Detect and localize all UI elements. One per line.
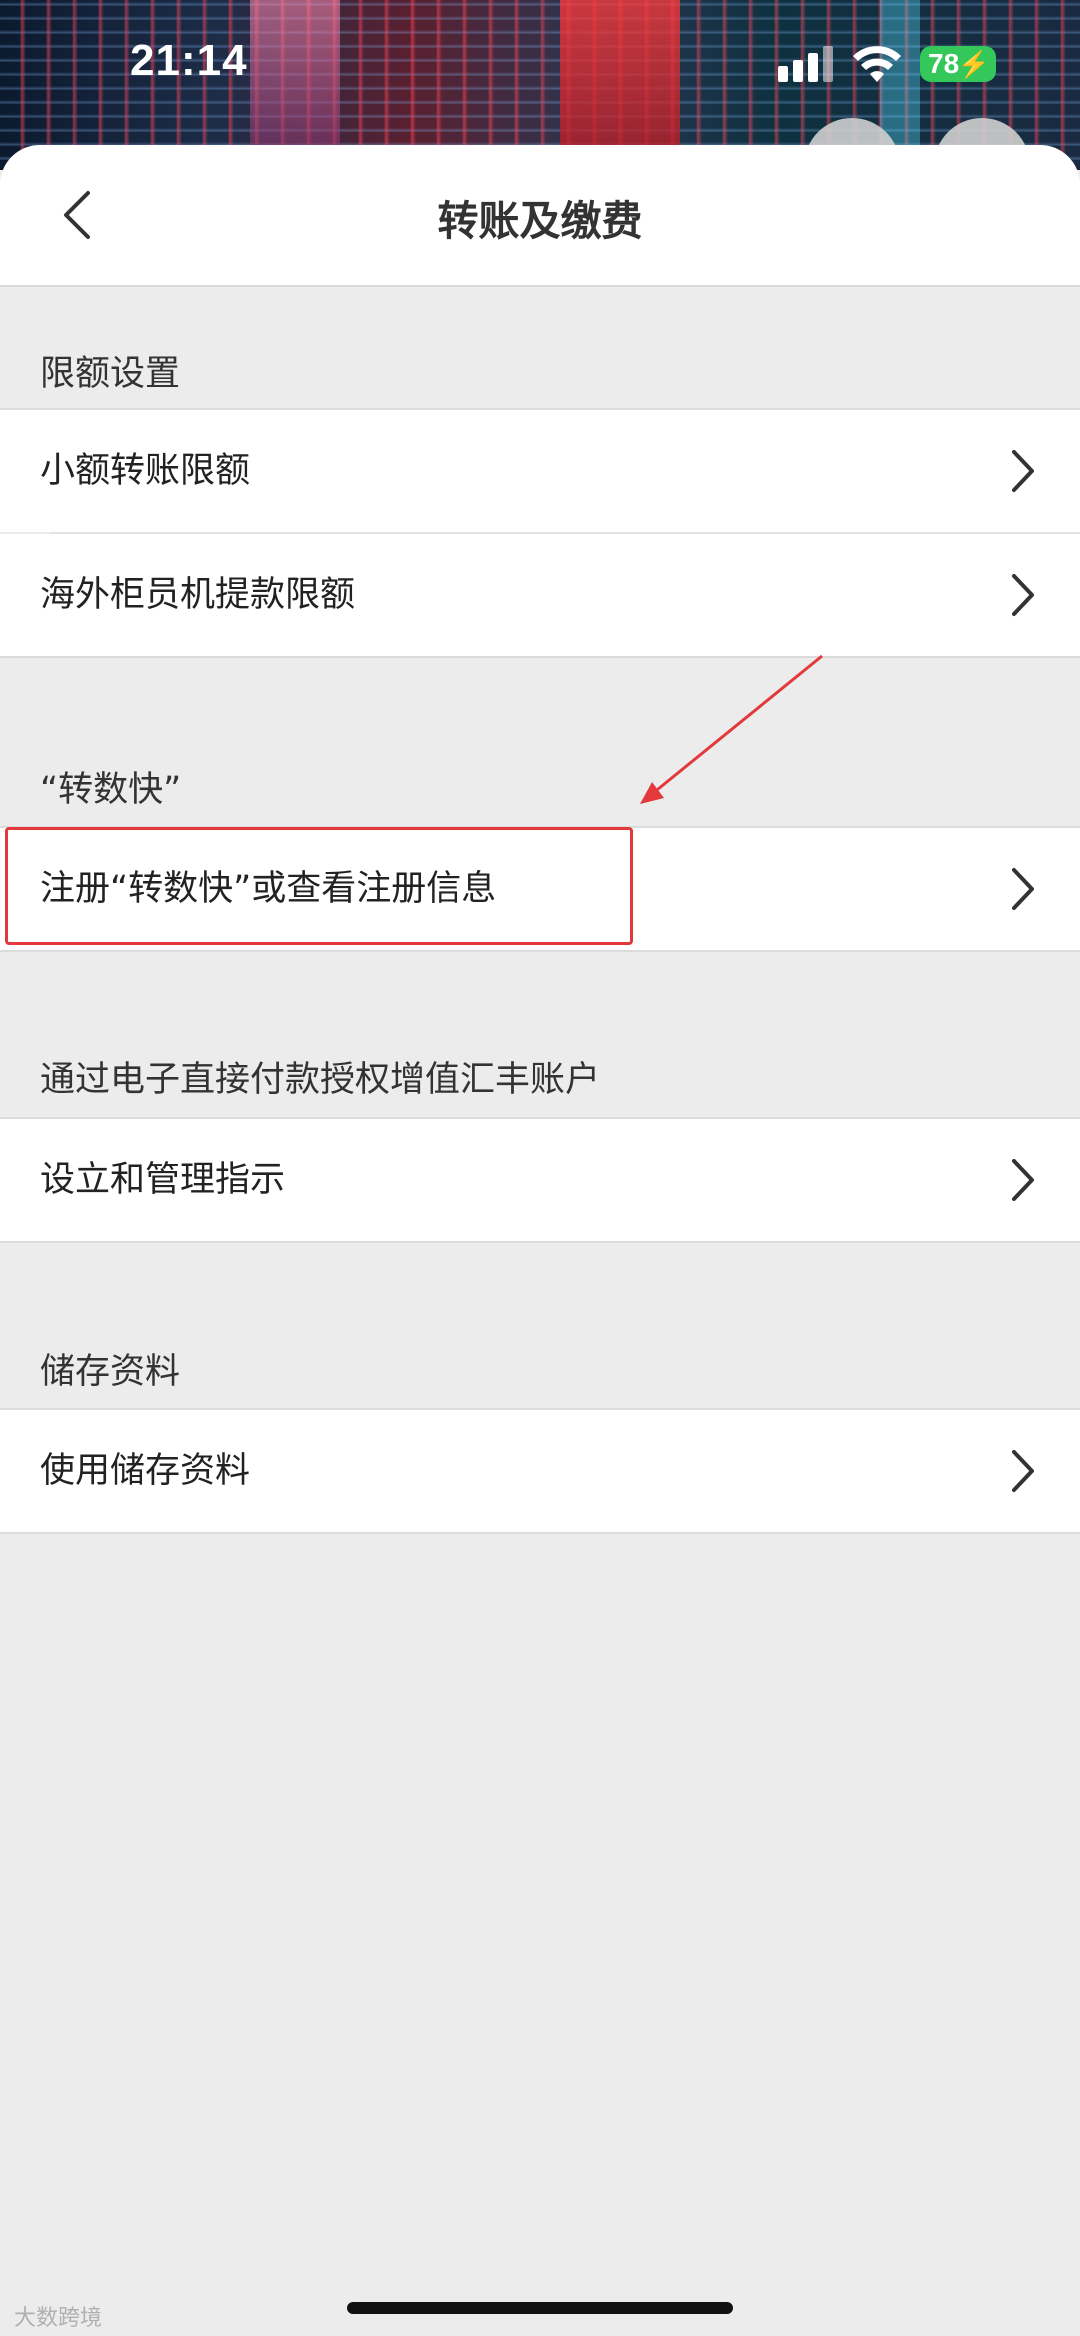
- chevron-right-icon: [1012, 450, 1034, 492]
- list-item-label: 设立和管理指示: [40, 1160, 286, 1200]
- section-label-fps: “转数快”: [40, 770, 182, 810]
- chevron-right-icon: [1012, 868, 1034, 910]
- page-title: 转账及缴费: [437, 197, 643, 245]
- status-bar: 21:14 78 ⚡: [0, 0, 1080, 130]
- home-indicator[interactable]: [347, 2302, 733, 2314]
- section-label-edda: 通过电子直接付款授权增值汇丰账户: [40, 1060, 601, 1100]
- nav-bar: 转账及缴费: [0, 145, 1080, 287]
- charging-bolt-icon: ⚡: [957, 49, 990, 79]
- chevron-right-icon: [1012, 1450, 1034, 1492]
- list-item-overseas-atm-limit[interactable]: 海外柜员机提款限额: [0, 534, 1080, 656]
- battery-indicator: 78 ⚡: [920, 46, 996, 82]
- watermark: 大数跨境: [14, 2306, 103, 2331]
- list-item-label: 海外柜员机提款限额: [40, 575, 356, 615]
- list-item-label: 使用储存资料: [40, 1451, 251, 1491]
- chevron-right-icon: [1012, 574, 1034, 616]
- main-sheet: 转账及缴费 限额设置 小额转账限额 海外柜员机提款限额 “转数快” 注册“转数快…: [0, 145, 1080, 2336]
- list-item-label: 小额转账限额: [40, 451, 251, 491]
- section-label-limits: 限额设置: [40, 354, 181, 394]
- battery-level: 78: [928, 48, 960, 79]
- wifi-icon: [853, 46, 901, 82]
- list-item-setup-manage-instructions[interactable]: 设立和管理指示: [0, 1119, 1080, 1241]
- section-label-saved-data: 储存资料: [40, 1352, 181, 1392]
- status-time: 21:14: [130, 36, 248, 85]
- list-item-small-transfer-limit[interactable]: 小额转账限额: [0, 410, 1080, 532]
- annotation-arrow-icon: [640, 654, 823, 804]
- chevron-right-icon: [1012, 1159, 1034, 1201]
- cellular-signal-icon: [778, 46, 833, 82]
- list-item-use-saved-data[interactable]: 使用储存资料: [0, 1410, 1080, 1532]
- annotation-highlight-box: [5, 827, 633, 945]
